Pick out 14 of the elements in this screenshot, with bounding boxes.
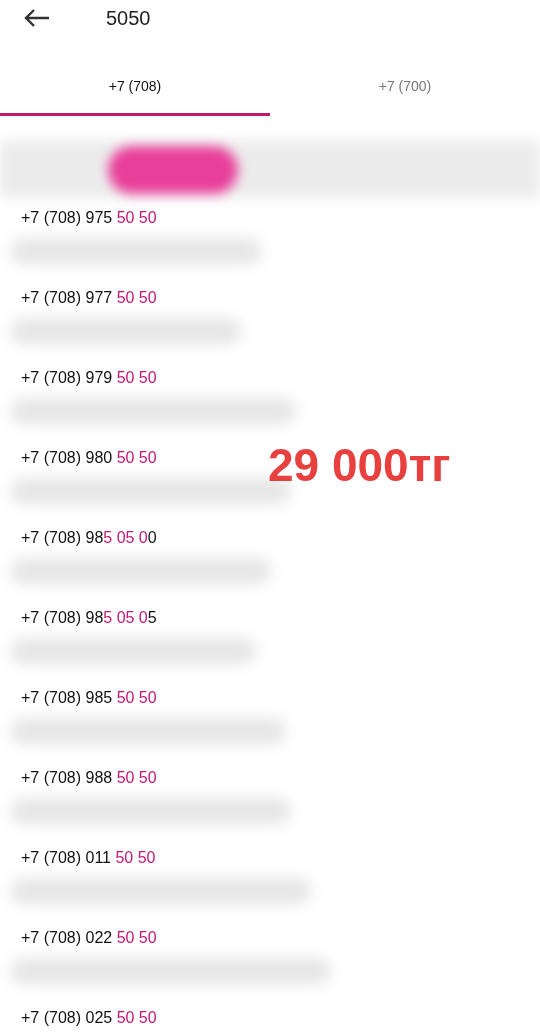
phone-number[interactable]: +7 (708) 977 50 50: [21, 288, 157, 308]
phone-number[interactable]: +7 (708) 985 05 05: [21, 608, 157, 628]
phone-number[interactable]: +7 (708) 022 50 50: [21, 928, 157, 948]
phone-number[interactable]: +7 (708) 979 50 50: [21, 368, 157, 388]
price-label: 29 000тг: [268, 438, 451, 492]
phone-number[interactable]: +7 (708) 985 05 00: [21, 528, 157, 548]
phone-number[interactable]: +7 (708) 980 50 50: [21, 448, 157, 468]
back-arrow-icon[interactable]: [24, 9, 50, 27]
phone-number[interactable]: +7 (708) 011 50 50: [21, 848, 156, 868]
page-title: 5050: [106, 6, 151, 30]
phone-number[interactable]: +7 (708) 988 50 50: [21, 768, 157, 788]
phone-number[interactable]: +7 (708) 975 50 50: [21, 208, 157, 228]
phone-number[interactable]: +7 (708) 985 50 50: [21, 688, 157, 708]
phone-number[interactable]: +7 (708) 025 50 50: [21, 1008, 157, 1028]
